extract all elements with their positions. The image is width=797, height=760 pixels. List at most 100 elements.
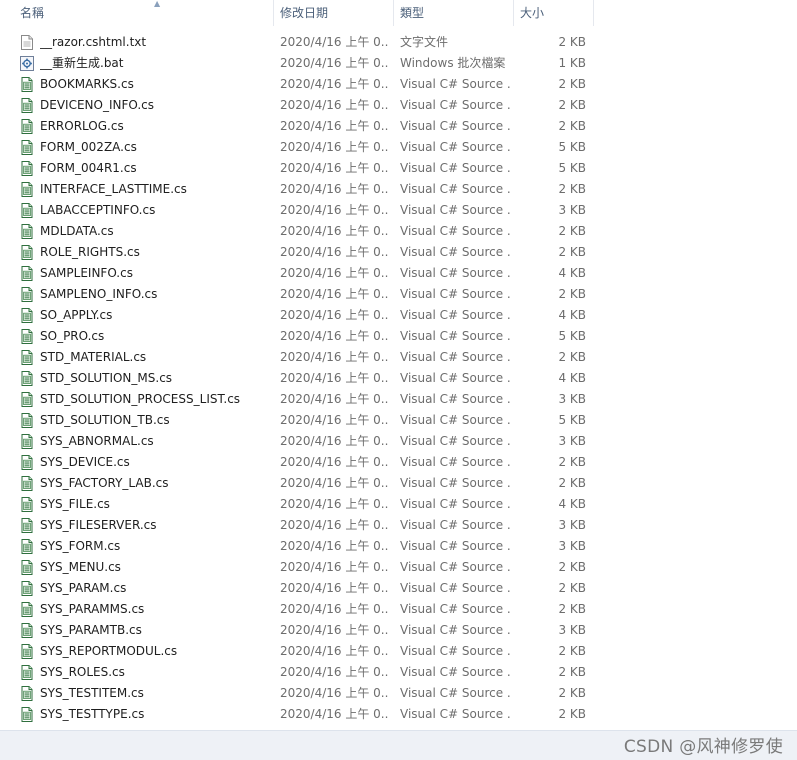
column-header-type[interactable]: 類型: [394, 0, 514, 26]
file-size: 5 KB: [558, 413, 586, 427]
file-type: Visual C# Source ...: [400, 665, 510, 679]
file-modified-date: 2020/4/16 上午 0...: [280, 329, 388, 343]
file-size: 2 KB: [558, 581, 586, 595]
file-row[interactable]: SO_PRO.cs 2020/4/16 上午 0... Visual C# Sour…: [0, 326, 797, 347]
file-row[interactable]: STD_MATERIAL.cs 2020/4/16 上午 0... Visual C…: [0, 347, 797, 368]
cs-file-icon: [20, 119, 34, 134]
file-name: SYS_FILE.cs: [40, 497, 110, 511]
file-size: 3 KB: [558, 539, 586, 553]
file-row[interactable]: SYS_DEVICE.cs 2020/4/16 上午 0... Visual C# …: [0, 452, 797, 473]
file-type: Visual C# Source ...: [400, 329, 510, 343]
file-modified-date: 2020/4/16 上午 0...: [280, 182, 388, 196]
column-header-size[interactable]: 大小: [514, 0, 594, 26]
file-type: Visual C# Source ...: [400, 224, 510, 238]
cs-file-icon: [20, 203, 34, 218]
file-type: Visual C# Source ...: [400, 392, 510, 406]
file-row[interactable]: ERRORLOG.cs 2020/4/16 上午 0... Visual C# So…: [0, 116, 797, 137]
file-name: ROLE_RIGHTS.cs: [40, 245, 140, 259]
file-type: Visual C# Source ...: [400, 497, 510, 511]
cs-file-icon: [20, 266, 34, 281]
file-row[interactable]: SO_APPLY.cs 2020/4/16 上午 0... Visual C# So…: [0, 305, 797, 326]
file-row[interactable]: SYS_PARAMMS.cs 2020/4/16 上午 0... Visual C#…: [0, 599, 797, 620]
file-row[interactable]: SYS_FORM.cs 2020/4/16 上午 0... Visual C# So…: [0, 536, 797, 557]
cs-file-icon: [20, 665, 34, 680]
file-row[interactable]: SYS_TESTITEM.cs 2020/4/16 上午 0... Visual C…: [0, 683, 797, 704]
file-name: SYS_DEVICE.cs: [40, 455, 130, 469]
file-row[interactable]: SYS_TESTTYPE.cs 2020/4/16 上午 0... Visual C…: [0, 704, 797, 725]
file-modified-date: 2020/4/16 上午 0...: [280, 350, 388, 364]
text-file-icon: [20, 35, 34, 50]
file-name: MDLDATA.cs: [40, 224, 114, 238]
file-name: INTERFACE_LASTTIME.cs: [40, 182, 187, 196]
file-size: 2 KB: [558, 98, 586, 112]
cs-file-icon: [20, 308, 34, 323]
file-size: 2 KB: [558, 35, 586, 49]
cs-file-icon: [20, 518, 34, 533]
file-modified-date: 2020/4/16 上午 0...: [280, 161, 388, 175]
file-name: __重新生成.bat: [40, 56, 124, 70]
file-row[interactable]: SYS_FILE.cs 2020/4/16 上午 0... Visual C# So…: [0, 494, 797, 515]
column-header-name[interactable]: 名稱 ▲: [14, 0, 274, 26]
file-type: Visual C# Source ...: [400, 686, 510, 700]
file-row[interactable]: SYS_REPORTMODUL.cs 2020/4/16 上午 0... Visua…: [0, 641, 797, 662]
file-row[interactable]: SAMPLEINFO.cs 2020/4/16 上午 0... Visual C# …: [0, 263, 797, 284]
file-modified-date: 2020/4/16 上午 0...: [280, 581, 388, 595]
file-type: Visual C# Source ...: [400, 434, 510, 448]
file-type: Visual C# Source ...: [400, 602, 510, 616]
file-size: 4 KB: [558, 308, 586, 322]
file-row[interactable]: SYS_FACTORY_LAB.cs 2020/4/16 上午 0... Visua…: [0, 473, 797, 494]
file-row[interactable]: LABACCEPTINFO.cs 2020/4/16 上午 0... Visual …: [0, 200, 797, 221]
file-name: SYS_REPORTMODUL.cs: [40, 644, 178, 658]
batch-file-icon: [20, 56, 34, 71]
file-size: 4 KB: [558, 266, 586, 280]
column-header-size-label: 大小: [520, 6, 545, 20]
column-header-date[interactable]: 修改日期: [274, 0, 394, 26]
file-row[interactable]: STD_SOLUTION_MS.cs 2020/4/16 上午 0... Visua…: [0, 368, 797, 389]
file-size: 5 KB: [558, 140, 586, 154]
file-row[interactable]: FORM_002ZA.cs 2020/4/16 上午 0... Visual C# …: [0, 137, 797, 158]
file-row[interactable]: STD_SOLUTION_TB.cs 2020/4/16 上午 0... Visua…: [0, 410, 797, 431]
file-row[interactable]: SYS_PARAMTB.cs 2020/4/16 上午 0... Visual C#…: [0, 620, 797, 641]
file-modified-date: 2020/4/16 上午 0...: [280, 203, 388, 217]
file-row[interactable]: FORM_004R1.cs 2020/4/16 上午 0... Visual C# …: [0, 158, 797, 179]
file-row[interactable]: BOOKMARKS.cs 2020/4/16 上午 0... Visual C# S…: [0, 74, 797, 95]
file-size: 5 KB: [558, 161, 586, 175]
file-type: Visual C# Source ...: [400, 119, 510, 133]
file-list: __razor.cshtml.txt 2020/4/16 上午 0... 文字文件 2…: [0, 32, 797, 725]
file-row[interactable]: SYS_PARAM.cs 2020/4/16 上午 0... Visual C# S…: [0, 578, 797, 599]
cs-file-icon: [20, 329, 34, 344]
watermark-text: CSDN @风神修罗使: [623, 737, 783, 757]
file-size: 2 KB: [558, 224, 586, 238]
file-size: 4 KB: [558, 371, 586, 385]
cs-file-icon: [20, 686, 34, 701]
file-type: Visual C# Source ...: [400, 413, 510, 427]
file-row[interactable]: SYS_FILESERVER.cs 2020/4/16 上午 0... Visual…: [0, 515, 797, 536]
file-row[interactable]: __重新生成.bat 2020/4/16 上午 0... Windows 批次檔案 1…: [0, 53, 797, 74]
file-row[interactable]: INTERFACE_LASTTIME.cs 2020/4/16 上午 0... Vi…: [0, 179, 797, 200]
file-modified-date: 2020/4/16 上午 0...: [280, 623, 388, 637]
file-row[interactable]: STD_SOLUTION_PROCESS_LIST.cs 2020/4/16 上午…: [0, 389, 797, 410]
file-modified-date: 2020/4/16 上午 0...: [280, 224, 388, 238]
file-modified-date: 2020/4/16 上午 0...: [280, 434, 388, 448]
file-row[interactable]: SYS_MENU.cs 2020/4/16 上午 0... Visual C# So…: [0, 557, 797, 578]
file-name: SO_APPLY.cs: [40, 308, 113, 322]
file-row[interactable]: DEVICENO_INFO.cs 2020/4/16 上午 0... Visual …: [0, 95, 797, 116]
file-row[interactable]: SAMPLENO_INFO.cs 2020/4/16 上午 0... Visual …: [0, 284, 797, 305]
file-row[interactable]: MDLDATA.cs 2020/4/16 上午 0... Visual C# Sou…: [0, 221, 797, 242]
cs-file-icon: [20, 77, 34, 92]
file-row[interactable]: ROLE_RIGHTS.cs 2020/4/16 上午 0... Visual C#…: [0, 242, 797, 263]
file-type: Visual C# Source ...: [400, 77, 510, 91]
file-row[interactable]: SYS_ROLES.cs 2020/4/16 上午 0... Visual C# S…: [0, 662, 797, 683]
file-name: DEVICENO_INFO.cs: [40, 98, 154, 112]
file-name: LABACCEPTINFO.cs: [40, 203, 156, 217]
file-modified-date: 2020/4/16 上午 0...: [280, 392, 388, 406]
file-name: SYS_FACTORY_LAB.cs: [40, 476, 169, 490]
file-type: Visual C# Source ...: [400, 140, 510, 154]
file-row[interactable]: SYS_ABNORMAL.cs 2020/4/16 上午 0... Visual C…: [0, 431, 797, 452]
file-type: Visual C# Source ...: [400, 287, 510, 301]
file-modified-date: 2020/4/16 上午 0...: [280, 77, 388, 91]
file-size: 3 KB: [558, 392, 586, 406]
file-row[interactable]: __razor.cshtml.txt 2020/4/16 上午 0... 文字文件 2…: [0, 32, 797, 53]
file-type: Visual C# Source ...: [400, 98, 510, 112]
cs-file-icon: [20, 623, 34, 638]
